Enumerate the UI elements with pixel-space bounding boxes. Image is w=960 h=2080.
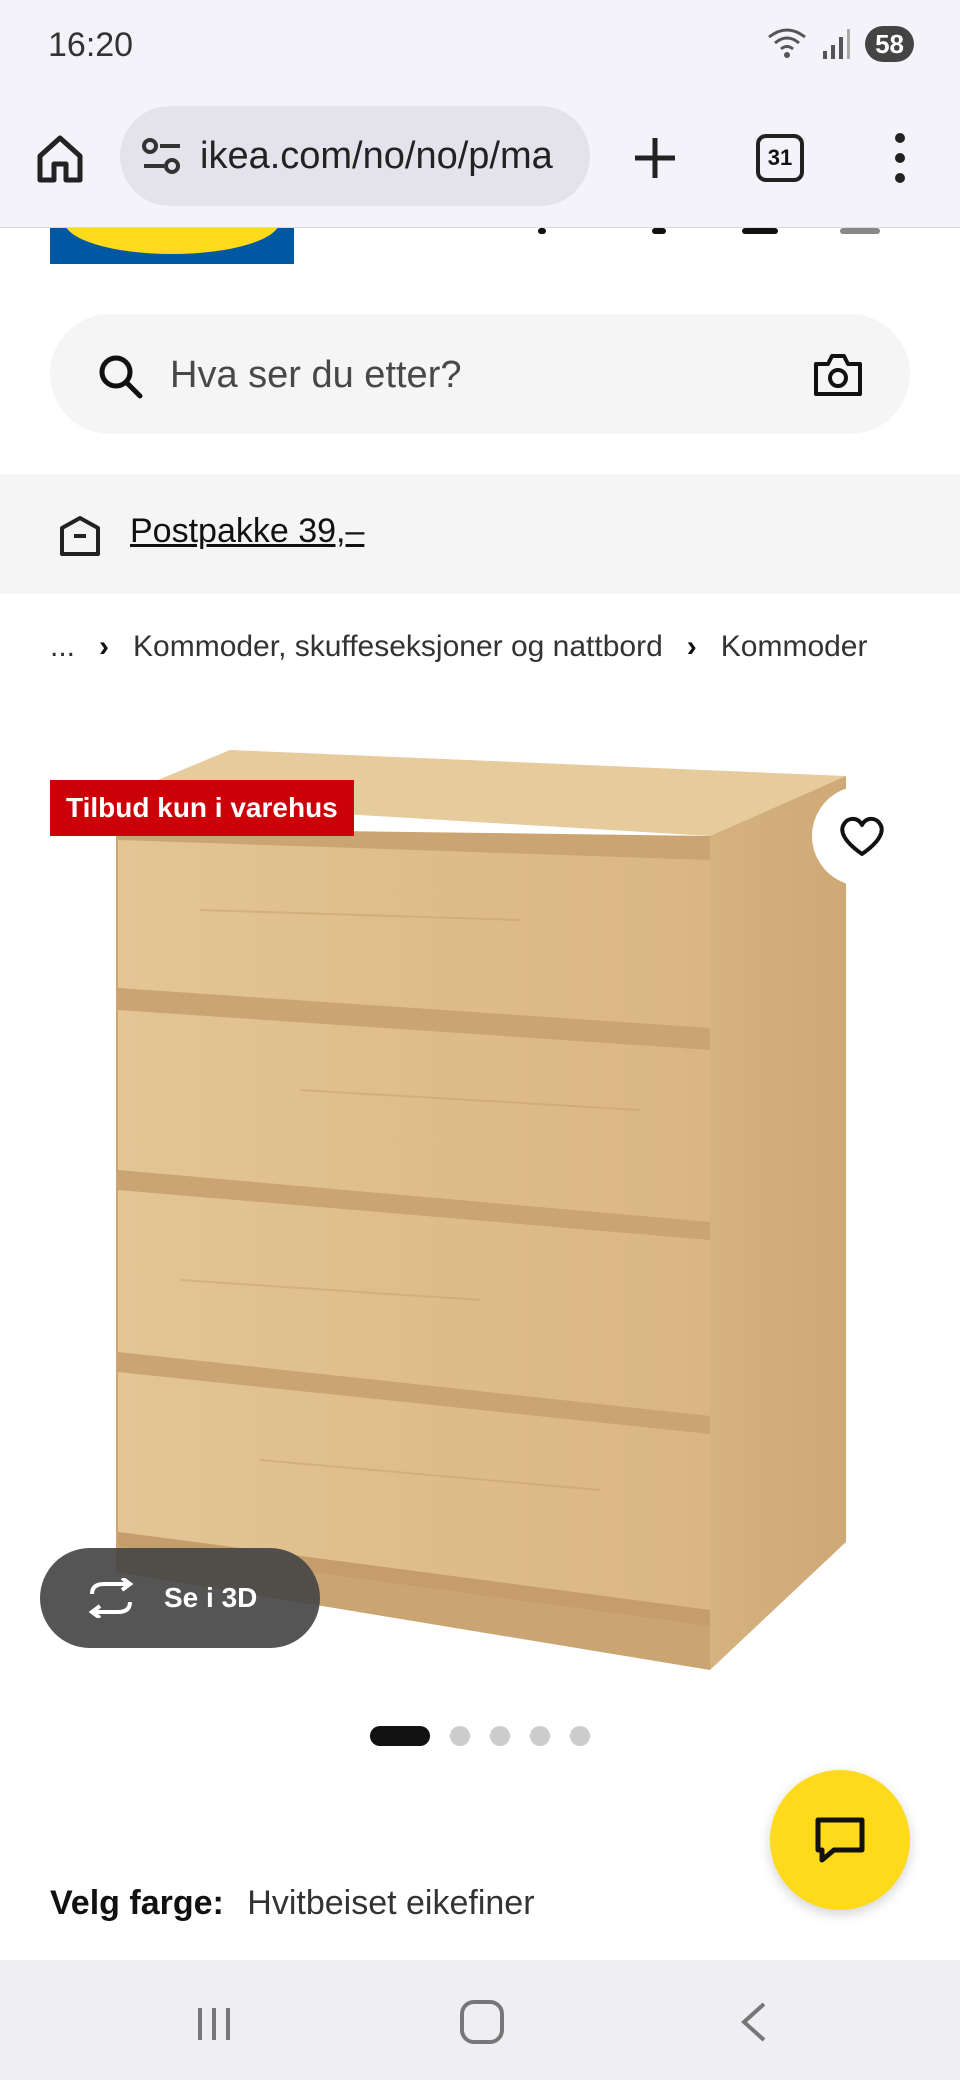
rotate-3d-icon — [88, 1578, 134, 1618]
camera-icon[interactable] — [812, 350, 864, 398]
color-selection: Velg farge: Hvitbeiset eikefiner — [50, 1884, 535, 1923]
home-nav-icon[interactable] — [460, 2000, 504, 2044]
more-options-icon[interactable] — [888, 128, 912, 188]
address-bar[interactable]: ikea.com/no/no/p/ma — [120, 106, 590, 206]
site-settings-icon[interactable] — [140, 136, 184, 176]
product-image[interactable] — [0, 720, 960, 1680]
image-carousel-dots — [370, 1726, 590, 1746]
search-input[interactable]: Hva ser du etter? — [170, 354, 461, 397]
tab-switcher-button[interactable]: 31 — [756, 134, 804, 182]
signal-icon — [823, 29, 851, 59]
breadcrumb-item-category[interactable]: Kommoder, skuffeseksjoner og nattbord — [133, 630, 663, 664]
breadcrumb: ... › Kommoder, skuffeseksjoner og nattb… — [50, 630, 867, 664]
color-value: Hvitbeiset eikefiner — [247, 1884, 535, 1922]
status-icons: 58 — [767, 26, 914, 62]
ikea-logo[interactable] — [50, 228, 294, 264]
new-tab-icon[interactable] — [630, 130, 680, 186]
store-offer-badge: Tilbud kun i varehus — [50, 780, 354, 836]
view-3d-button[interactable]: Se i 3D — [40, 1548, 320, 1648]
view-3d-label: Se i 3D — [164, 1582, 258, 1613]
recent-apps-icon[interactable] — [194, 2004, 234, 2044]
breadcrumb-item-current[interactable]: Kommoder — [721, 630, 868, 664]
search-icon — [99, 355, 143, 399]
header-icons-remnant — [520, 228, 920, 238]
breadcrumb-ellipsis[interactable]: ... — [50, 630, 75, 664]
system-navigation-bar — [0, 1960, 960, 2080]
carousel-dot-2[interactable] — [450, 1726, 470, 1746]
carousel-dot-3[interactable] — [490, 1726, 510, 1746]
battery-indicator: 58 — [865, 26, 914, 62]
wifi-icon — [768, 28, 806, 58]
search-bar[interactable]: Hva ser du etter? — [50, 314, 910, 434]
back-icon[interactable] — [738, 2000, 768, 2044]
status-time: 16:20 — [48, 26, 134, 64]
chevron-right-icon: › — [686, 630, 697, 663]
chat-icon — [815, 1817, 865, 1863]
package-icon — [60, 516, 100, 556]
home-icon[interactable] — [34, 130, 86, 186]
favorite-button[interactable] — [812, 786, 912, 886]
postpakke-link[interactable]: Postpakke 39,– — [130, 512, 364, 551]
carousel-dot-4[interactable] — [530, 1726, 550, 1746]
heart-icon — [840, 816, 884, 856]
url-text: ikea.com/no/no/p/ma — [200, 134, 553, 177]
carousel-dot-1[interactable] — [370, 1726, 430, 1746]
logo-yellow-oval — [64, 228, 280, 254]
color-label: Velg farge: — [50, 1884, 224, 1922]
carousel-dot-5[interactable] — [570, 1726, 590, 1746]
delivery-promo-banner: Postpakke 39,– — [0, 474, 960, 594]
chat-button[interactable] — [770, 1770, 910, 1910]
status-bar: 16:20 58 — [0, 0, 960, 92]
chevron-right-icon: › — [99, 630, 110, 663]
browser-toolbar: ikea.com/no/no/p/ma 31 — [0, 92, 960, 228]
